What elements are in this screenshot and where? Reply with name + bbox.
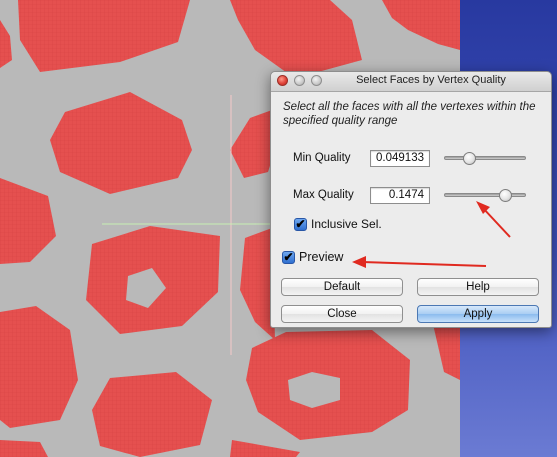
max-quality-slider-track[interactable] xyxy=(444,193,526,197)
inclusive-checkbox[interactable]: ✔ xyxy=(294,218,307,231)
min-quality-label: Min Quality xyxy=(293,152,351,164)
preview-checkbox[interactable]: ✔ xyxy=(282,251,295,264)
max-quality-field[interactable]: 0.1474 xyxy=(370,187,430,204)
select-faces-dialog: Select Faces by Vertex Quality Select al… xyxy=(270,71,552,328)
dialog-title: Select Faces by Vertex Quality xyxy=(356,74,506,86)
min-quality-field[interactable]: 0.049133 xyxy=(370,150,430,167)
inclusive-label: Inclusive Sel. xyxy=(311,217,382,231)
dialog-description: Select all the faces with all the vertex… xyxy=(283,101,536,127)
close-button[interactable]: Close xyxy=(281,305,403,323)
max-quality-label: Max Quality xyxy=(293,189,354,201)
min-quality-slider-track[interactable] xyxy=(444,156,526,160)
max-quality-slider-thumb[interactable] xyxy=(499,189,513,202)
apply-button[interactable]: Apply xyxy=(417,305,539,323)
help-button[interactable]: Help xyxy=(417,278,539,296)
preview-label: Preview xyxy=(299,250,344,264)
min-quality-slider-thumb[interactable] xyxy=(462,152,476,165)
dialog-titlebar[interactable]: Select Faces by Vertex Quality xyxy=(271,72,551,92)
default-button[interactable]: Default xyxy=(281,278,403,296)
